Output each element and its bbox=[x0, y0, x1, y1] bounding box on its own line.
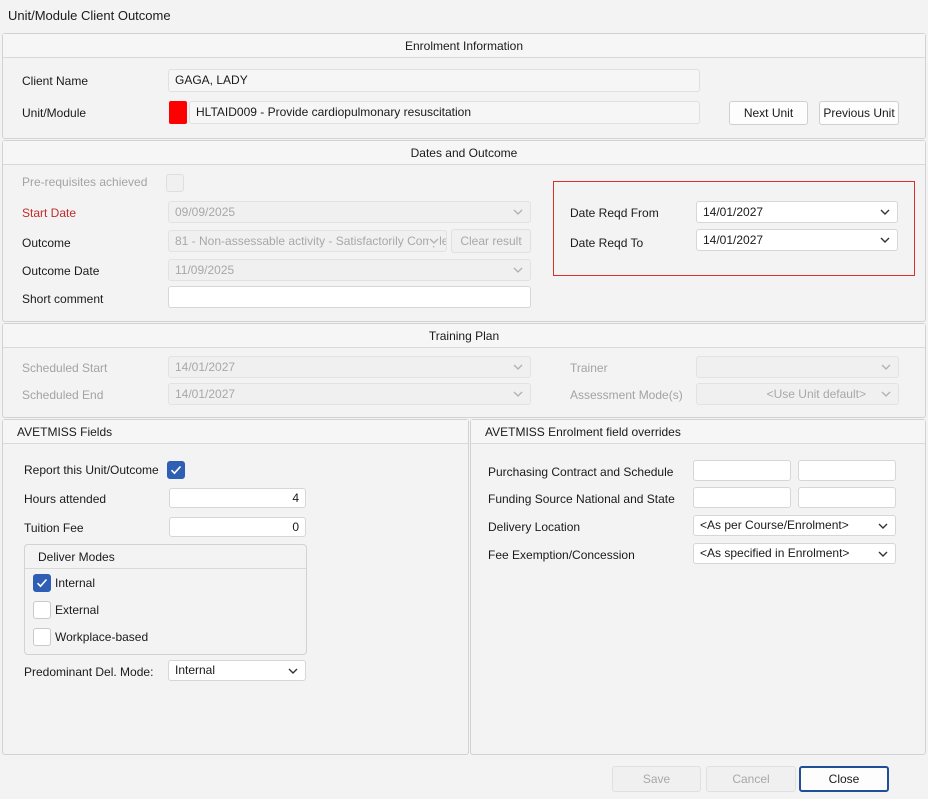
date-from-picker[interactable]: 14/01/2027 bbox=[696, 201, 898, 223]
outcome-date-label: Outcome Date bbox=[22, 264, 100, 278]
sched-end-label: Scheduled End bbox=[22, 388, 104, 402]
report-checkbox[interactable] bbox=[167, 461, 185, 479]
sched-start-label: Scheduled Start bbox=[22, 361, 108, 375]
date-from-label: Date Reqd From bbox=[570, 206, 659, 220]
predominant-select[interactable]: Internal bbox=[168, 660, 306, 681]
delivery-label: Delivery Location bbox=[488, 520, 581, 534]
mode-external-checkbox[interactable] bbox=[33, 601, 51, 619]
chevron-down-icon bbox=[288, 666, 298, 676]
unit-color-swatch bbox=[169, 101, 187, 124]
outcome-field: 81 - Non-assessable activity - Satisfact… bbox=[168, 230, 447, 252]
mode-workplace-label: Workplace-based bbox=[55, 630, 149, 644]
mode-internal-checkbox[interactable] bbox=[33, 574, 51, 592]
chevron-down-icon bbox=[429, 236, 439, 246]
training-header: Training Plan bbox=[3, 324, 925, 348]
short-comment-input[interactable] bbox=[168, 286, 531, 308]
fee-exempt-select[interactable]: <As specified in Enrolment> bbox=[693, 543, 896, 564]
chevron-down-icon bbox=[880, 207, 890, 217]
short-comment-label: Short comment bbox=[22, 292, 104, 306]
sched-end-value: 14/01/2027 bbox=[175, 387, 236, 401]
dates-header: Dates and Outcome bbox=[3, 141, 925, 165]
mode-external-label: External bbox=[55, 603, 100, 617]
date-from-value: 14/01/2027 bbox=[703, 205, 764, 219]
overrides-header: AVETMISS Enrolment field overrides bbox=[471, 420, 925, 444]
predominant-label: Predominant Del. Mode: bbox=[24, 665, 154, 679]
close-button[interactable]: Close bbox=[799, 766, 889, 792]
deliver-modes-divider bbox=[25, 568, 306, 569]
outcome-date-field: 11/09/2025 bbox=[168, 259, 531, 281]
sched-start-value: 14/01/2027 bbox=[175, 360, 236, 374]
purchasing-input-1[interactable] bbox=[693, 460, 791, 481]
client-name-label: Client Name bbox=[22, 74, 89, 88]
funding-input-2[interactable] bbox=[798, 487, 896, 508]
deliver-modes-header: Deliver Modes bbox=[38, 550, 115, 564]
start-date-field: 09/09/2025 bbox=[168, 201, 531, 223]
purchasing-label: Purchasing Contract and Schedule bbox=[488, 465, 674, 479]
report-label: Report this Unit/Outcome bbox=[24, 463, 159, 477]
outcome-label: Outcome bbox=[22, 236, 71, 250]
purchasing-input-2[interactable] bbox=[798, 460, 896, 481]
hours-input[interactable]: 4 bbox=[169, 488, 306, 508]
delivery-select[interactable]: <As per Course/Enrolment> bbox=[693, 515, 896, 536]
sched-end-field: 14/01/2027 bbox=[168, 383, 531, 405]
chevron-down-icon bbox=[878, 521, 888, 531]
funding-input-1[interactable] bbox=[693, 487, 791, 508]
window-title: Unit/Module Client Outcome bbox=[8, 8, 171, 23]
mode-internal-label: Internal bbox=[55, 576, 96, 590]
mode-workplace-checkbox[interactable] bbox=[33, 628, 51, 646]
previous-unit-button[interactable]: Previous Unit bbox=[819, 101, 899, 125]
prereq-checkbox bbox=[166, 174, 184, 192]
sched-start-field: 14/01/2027 bbox=[168, 356, 531, 378]
chevron-down-icon bbox=[513, 389, 523, 399]
fee-label: Tuition Fee bbox=[24, 521, 84, 535]
date-to-label: Date Reqd To bbox=[570, 236, 644, 250]
unit-label: Unit/Module bbox=[22, 106, 87, 120]
fee-input[interactable]: 0 bbox=[169, 517, 306, 537]
cancel-button[interactable]: Cancel bbox=[706, 766, 796, 792]
fee-exempt-value: <As specified in Enrolment> bbox=[700, 546, 850, 560]
chevron-down-icon bbox=[881, 362, 891, 372]
chevron-down-icon bbox=[881, 389, 891, 399]
outcome-date-value: 11/09/2025 bbox=[175, 263, 235, 277]
client-name-field: GAGA, LADY bbox=[168, 69, 700, 92]
assess-select: <Use Unit default> bbox=[696, 383, 899, 405]
clear-result-button[interactable]: Clear result bbox=[451, 229, 531, 253]
chevron-down-icon bbox=[880, 235, 890, 245]
start-date-label: Start Date bbox=[22, 206, 77, 220]
funding-label: Funding Source National and State bbox=[488, 492, 675, 506]
chevron-down-icon bbox=[513, 207, 523, 217]
chevron-down-icon bbox=[513, 265, 523, 275]
unit-field: HLTAID009 - Provide cardiopulmonary resu… bbox=[189, 101, 700, 124]
trainer-select bbox=[696, 356, 899, 378]
chevron-down-icon bbox=[513, 362, 523, 372]
date-to-picker[interactable]: 14/01/2027 bbox=[696, 229, 898, 251]
avetmiss-header: AVETMISS Fields bbox=[3, 420, 468, 444]
save-button[interactable]: Save bbox=[612, 766, 701, 792]
predominant-value: Internal bbox=[175, 663, 216, 677]
check-icon bbox=[170, 465, 182, 475]
enrolment-header: Enrolment Information bbox=[3, 34, 925, 58]
delivery-value: <As per Course/Enrolment> bbox=[700, 518, 849, 532]
date-to-value: 14/01/2027 bbox=[703, 233, 764, 247]
fee-exempt-label: Fee Exemption/Concession bbox=[488, 548, 635, 562]
chevron-down-icon bbox=[878, 549, 888, 559]
assess-label: Assessment Mode(s) bbox=[570, 388, 683, 402]
hours-label: Hours attended bbox=[24, 492, 107, 506]
next-unit-button[interactable]: Next Unit bbox=[729, 101, 808, 125]
check-icon bbox=[36, 578, 48, 588]
assess-value: <Use Unit default> bbox=[766, 387, 866, 401]
trainer-label: Trainer bbox=[570, 361, 608, 375]
outcome-value: 81 - Non-assessable activity - Satisfact… bbox=[175, 234, 447, 248]
start-date-value: 09/09/2025 bbox=[175, 205, 236, 219]
prereq-label: Pre-requisites achieved bbox=[22, 175, 148, 189]
